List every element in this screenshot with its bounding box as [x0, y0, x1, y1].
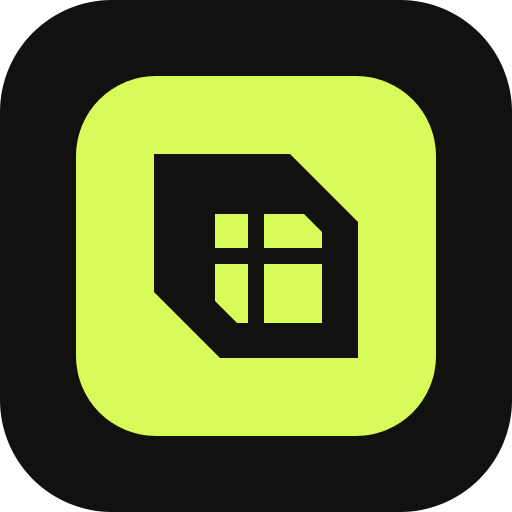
sim-card-body: [154, 154, 358, 358]
sim-card-icon: [154, 154, 358, 358]
app-icon[interactable]: [0, 0, 512, 512]
chip-contact-bottom-right: [264, 264, 322, 323]
chip-contact-top-left: [215, 214, 248, 248]
